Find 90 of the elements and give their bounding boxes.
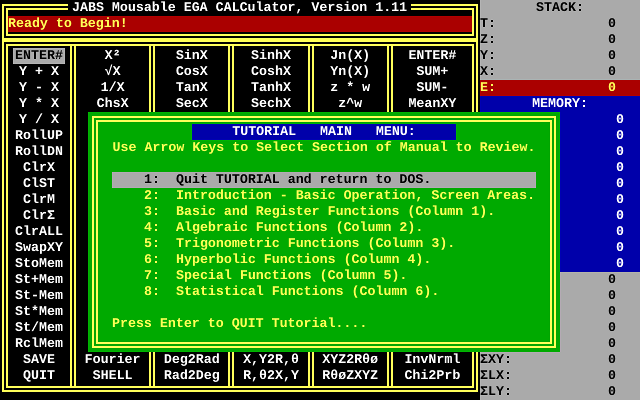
stack-heading: STACK: — [536, 0, 584, 16]
function-key[interactable]: ChsX — [94, 96, 131, 112]
function-key[interactable]: XYZ2Rθø — [320, 352, 380, 368]
statistic-value: 0 — [608, 336, 616, 352]
memory-value: 0 — [616, 192, 624, 208]
register-value: 0 — [608, 16, 616, 32]
statistic-value: 0 — [608, 352, 616, 368]
function-key[interactable]: RθøZXYZ — [320, 368, 380, 384]
function-key[interactable]: 1/X — [98, 80, 127, 96]
function-key[interactable]: SUM+ — [414, 64, 450, 80]
register-value: 0 — [608, 48, 616, 64]
function-key[interactable]: Y * X — [17, 96, 61, 112]
window-title: JABS Mousable EGA CALCulator, Version 1.11 — [68, 0, 412, 16]
statistic-value: 0 — [608, 288, 616, 304]
function-key[interactable]: SinX — [174, 48, 210, 64]
function-key[interactable]: SecX — [174, 96, 210, 112]
function-key[interactable]: ClrΣ — [21, 208, 57, 224]
function-key[interactable]: z * w — [328, 80, 372, 96]
register-label: Z: — [480, 32, 496, 48]
memory-value: 0 — [616, 160, 624, 176]
statistic-value: 0 — [608, 272, 616, 288]
statistic-label: ΣLX: — [480, 368, 512, 384]
function-key[interactable]: MeanXY — [406, 96, 458, 112]
function-key[interactable]: St-Mem — [13, 288, 65, 304]
function-key[interactable]: ClST — [21, 176, 57, 192]
status-bar: Ready to Begin! — [8, 16, 472, 32]
register-value: 0 — [608, 64, 616, 80]
function-key[interactable]: SinhX — [249, 48, 293, 64]
dialog-title: TUTORIAL MAIN MENU: — [192, 124, 456, 140]
dialog-instruction: Use Arrow Keys to Select Section of Manual to Review. — [112, 140, 536, 156]
function-key[interactable]: R,θ2X,Y — [241, 368, 301, 384]
function-key[interactable]: TanhX — [249, 80, 293, 96]
function-key[interactable]: √X — [102, 64, 123, 80]
register-value: 0 — [608, 80, 616, 96]
function-key[interactable]: Yn(X) — [328, 64, 372, 80]
statistic-label: ΣLY: — [480, 384, 512, 400]
function-key[interactable]: SUM- — [414, 80, 450, 96]
memory-value: 0 — [616, 240, 624, 256]
function-key[interactable]: ClrM — [21, 192, 57, 208]
memory-value: 0 — [616, 112, 624, 128]
function-key[interactable]: TanX — [174, 80, 210, 96]
memory-value: 0 — [616, 128, 624, 144]
function-key[interactable]: SHELL — [90, 368, 135, 384]
memory-value: 0 — [616, 144, 624, 160]
register-label: T: — [480, 16, 496, 32]
function-key[interactable]: RollUP — [13, 128, 65, 144]
statistic-value: 0 — [608, 368, 616, 384]
function-key[interactable]: RclMem — [13, 336, 65, 352]
function-key[interactable]: SechX — [249, 96, 293, 112]
function-key[interactable]: St/Mem — [13, 320, 65, 336]
function-key[interactable]: CosX — [174, 64, 210, 80]
menu-item[interactable]: 1: Quit TUTORIAL and return to DOS. — [112, 172, 536, 188]
function-key[interactable]: Chi2Prb — [402, 368, 462, 384]
function-key[interactable]: StoMem — [13, 256, 65, 272]
register-label: E: — [480, 80, 496, 96]
register-label: X: — [480, 64, 496, 80]
statistic-label: ΣXY: — [480, 352, 512, 368]
memory-value: 0 — [616, 256, 624, 272]
register-value: 0 — [608, 32, 616, 48]
function-key[interactable]: QUIT — [21, 368, 57, 384]
memory-value: 0 — [616, 176, 624, 192]
function-key[interactable]: ClrALL — [13, 224, 65, 240]
function-key[interactable]: Rad2Deg — [162, 368, 222, 384]
function-key[interactable]: SAVE — [21, 352, 57, 368]
function-key[interactable]: X² — [102, 48, 123, 64]
statistic-value: 0 — [608, 384, 616, 400]
memory-value: 0 — [616, 208, 624, 224]
function-key[interactable]: z^w — [336, 96, 364, 112]
function-key[interactable]: CoshX — [249, 64, 293, 80]
function-key[interactable]: Jn(X) — [328, 48, 372, 64]
function-key[interactable]: Y + X — [17, 64, 61, 80]
function-key[interactable]: InvNrml — [402, 352, 462, 368]
dialog-footer: Press Enter to QUIT Tutorial.... — [112, 316, 368, 331]
memory-heading: MEMORY: — [532, 96, 588, 112]
function-key[interactable]: X,Y2R,θ — [241, 352, 301, 368]
function-key[interactable]: St*Mem — [13, 304, 65, 320]
function-key[interactable]: ENTER# — [406, 48, 458, 64]
function-key[interactable]: Deg2Rad — [162, 352, 222, 368]
function-key[interactable]: ClrX — [21, 160, 57, 176]
function-key[interactable]: St+Mem — [13, 272, 65, 288]
function-key[interactable]: ENTER# — [13, 48, 65, 64]
memory-value: 0 — [616, 224, 624, 240]
function-key[interactable]: Y / X — [17, 112, 61, 128]
function-key[interactable]: Fourier — [82, 352, 143, 368]
function-key[interactable]: SwapXY — [13, 240, 65, 256]
function-key[interactable]: Y - X — [17, 80, 61, 96]
statistic-value: 0 — [608, 320, 616, 336]
function-key[interactable]: RollDN — [13, 144, 65, 160]
statistic-value: 0 — [608, 304, 616, 320]
register-label: Y: — [480, 48, 496, 64]
